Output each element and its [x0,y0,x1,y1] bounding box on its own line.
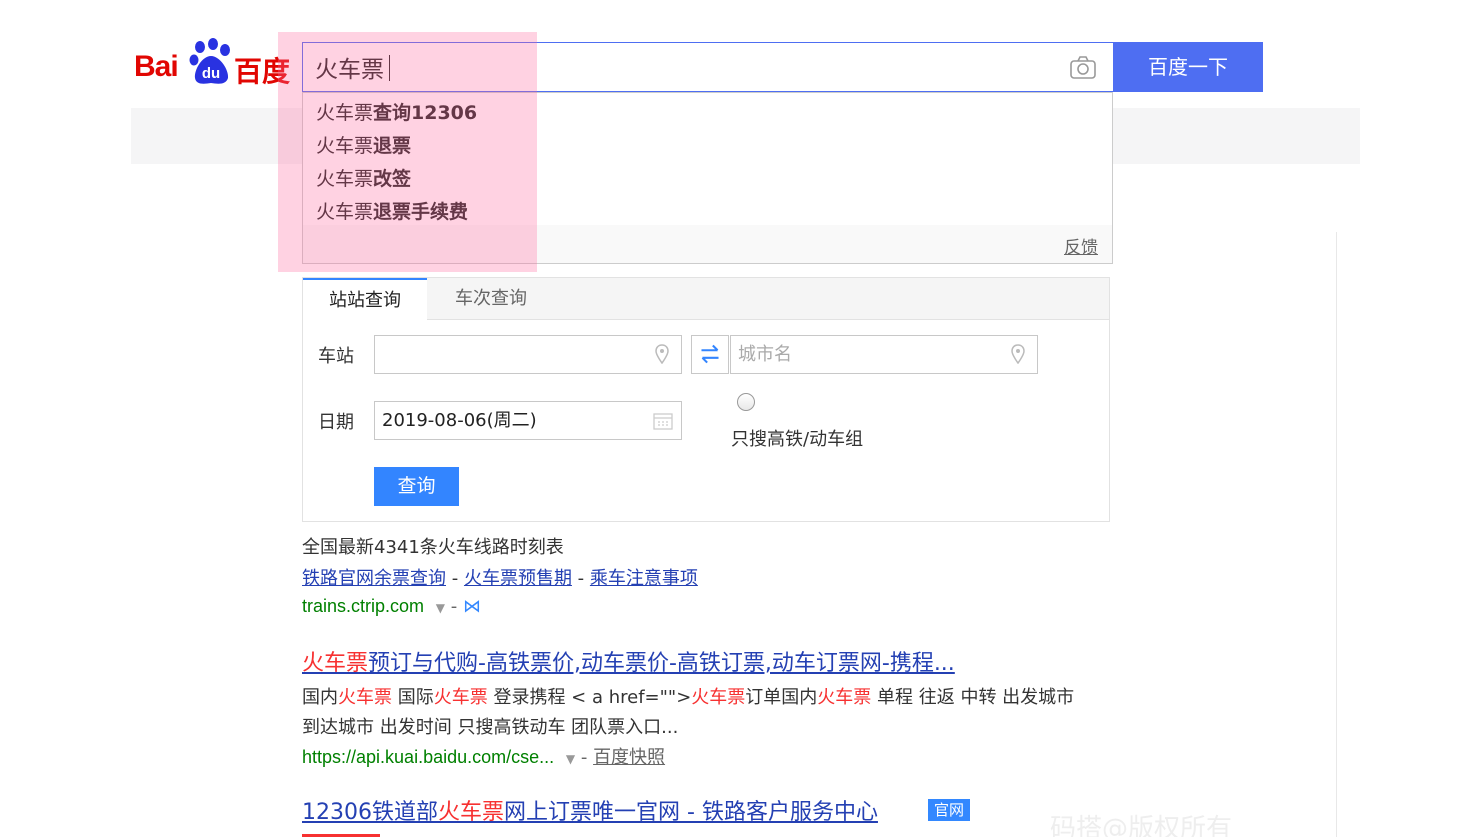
swap-icon [701,344,719,364]
link-boarding-notes[interactable]: 乘车注意事项 [590,568,698,589]
ctrip-icon: ⋈ [462,596,481,617]
baidu-logo[interactable]: Bai du 百度 [134,36,290,88]
suggestion-item[interactable]: 火车票查询12306 [303,97,1112,130]
snapshot-link[interactable]: 百度快照 [593,747,665,768]
tab-train-number-query[interactable]: 车次查询 [429,278,553,320]
swap-stations-button[interactable] [691,335,729,374]
location-pin-icon [655,344,669,364]
suggestion-dropdown: 火车票查询12306 火车票退票 火车票改签 火车票退票手续费 反馈 [302,92,1113,264]
result-title[interactable]: 12306铁道部火车票网上订票唯一官网 - 铁路客户服务中心 [302,794,878,826]
result-description-line2: 到达城市 出发时间 只搜高铁动车 团队票入口... [302,717,679,738]
date-input[interactable]: 2019-08-06(周二) [374,401,682,440]
search-box[interactable] [302,42,1113,92]
date-label: 日期 [318,412,354,433]
station-label: 车站 [318,346,354,367]
highspeed-only-label: 只搜高铁/动车组 [731,429,864,450]
feedback-link[interactable]: 反馈 [1064,233,1098,258]
paw-text: du [202,65,220,82]
right-divider [1336,232,1337,837]
watermark: 码搭@版权所有 [1050,814,1233,837]
query-button[interactable]: 查询 [374,467,459,506]
search-input[interactable] [315,52,1015,82]
paw-icon: du [189,38,230,84]
suggestion-item[interactable]: 火车票退票 [303,130,1112,163]
official-site-badge: 官网 [928,799,971,821]
result-links: 铁路官网余票查询 - 火车票预售期 - 乘车注意事项 [302,568,698,589]
train-query-card: 站站查询 车次查询 车站 城市名 日期 2019-08-06(周二) 只搜高铁/… [302,277,1110,522]
from-station-input[interactable] [374,335,682,374]
logo-chinese: 百度 [234,55,291,88]
result-url-line: trains.ctrip.com ▼ - ⋈ [302,596,481,617]
suggestion-item[interactable]: 火车票改签 [303,163,1112,196]
calendar-icon [653,413,673,430]
result-url-line: https://api.kuai.baidu.com/cse... ▼ - 百度… [302,747,666,768]
tab-bar: 站站查询 车次查询 [303,278,1109,321]
result-url[interactable]: https://api.kuai.baidu.com/cse... [302,747,554,767]
tab-station-query[interactable]: 站站查询 [303,278,427,321]
search-button[interactable]: 百度一下 [1113,42,1263,92]
link-presale-period[interactable]: 火车票预售期 [464,568,572,589]
dropdown-arrow-icon[interactable]: ▼ [436,601,445,615]
link-remaining-tickets[interactable]: 铁路官网余票查询 [302,568,446,589]
result-title[interactable]: 火车票预订与代购-高铁票价,动车票价-高铁订票,动车订票网-携程... [302,645,955,677]
text-caret [389,55,390,81]
highspeed-only-radio[interactable] [737,393,755,411]
result-summary: 全国最新4341条火车线路时刻表 [302,537,564,558]
result-url[interactable]: trains.ctrip.com [302,596,424,616]
dropdown-arrow-icon[interactable]: ▼ [566,752,575,766]
camera-icon[interactable] [1069,55,1097,81]
suggestion-footer: 反馈 [303,225,1112,263]
location-pin-icon [1011,344,1025,364]
result-description: 国内火车票 国际火车票 登录携程 < a href="">火车票订单国内火车票 … [302,687,1075,708]
logo-latin: Bai [134,50,179,83]
to-city-input[interactable]: 城市名 [730,335,1038,374]
